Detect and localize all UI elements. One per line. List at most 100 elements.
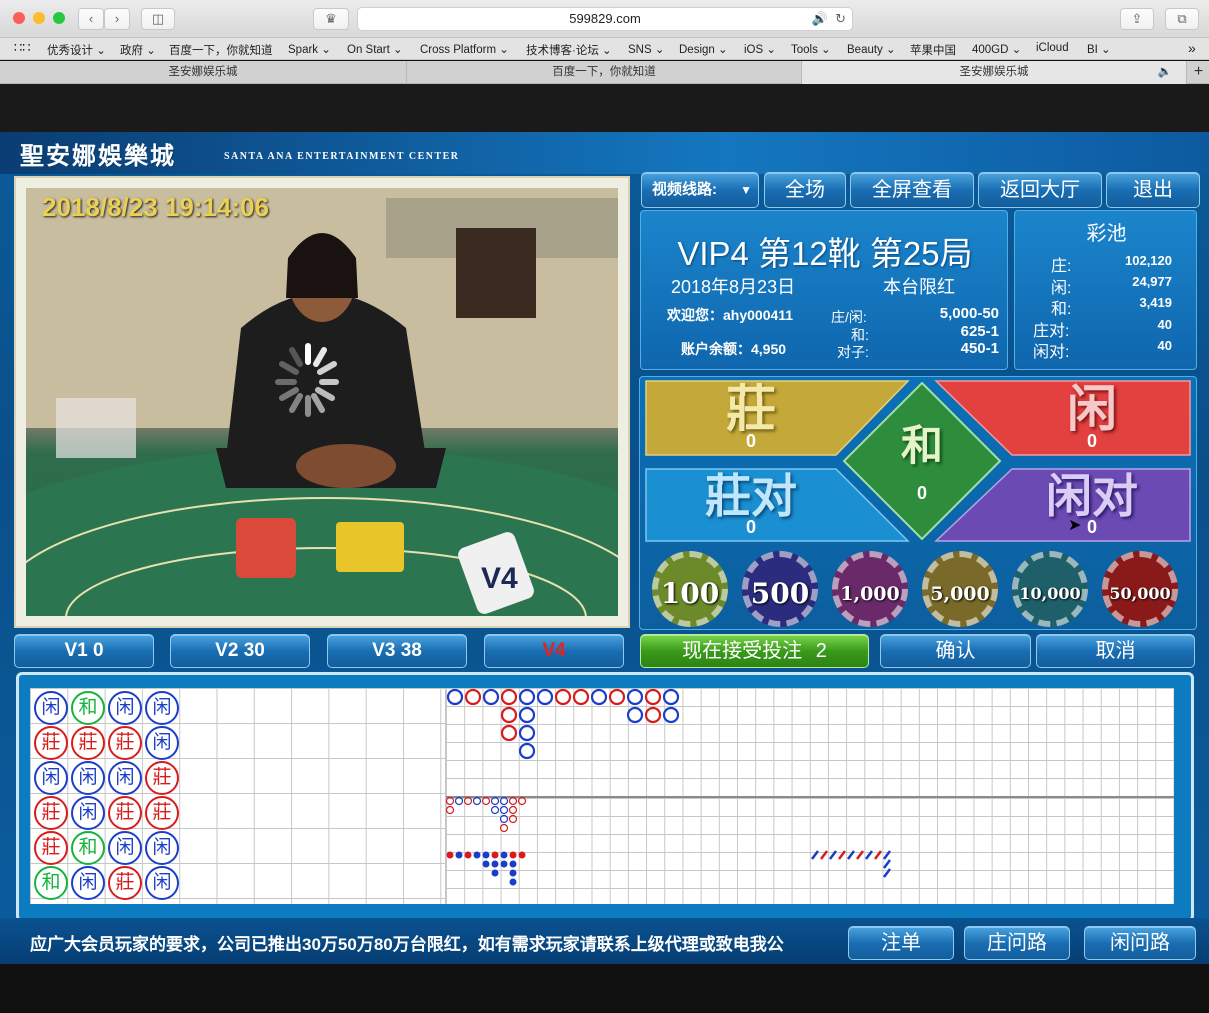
jackpot-pool-panel: 彩池 庄: 102,120 闲: 24,977 和: 3,419 庄对: 40 … xyxy=(1014,210,1197,370)
audio-icon[interactable]: 🔊 xyxy=(812,8,828,30)
cancel-bet-button[interactable]: 取消 xyxy=(1036,634,1195,668)
pool-title: 彩池 xyxy=(1086,223,1127,245)
pool-value: 3,419 xyxy=(1139,295,1172,310)
more-bookmarks-icon[interactable]: » xyxy=(1188,40,1196,56)
game-page: 聖安娜娛樂城 SANTA ANA ENTERTAINMENT CENTER V4… xyxy=(0,132,1209,964)
tabs-overview-icon[interactable]: ⧉ xyxy=(1165,8,1199,30)
pool-value: 40 xyxy=(1157,338,1172,353)
bead-banker: 莊 xyxy=(34,726,68,760)
full-field-button[interactable]: 全场 xyxy=(764,172,846,208)
roadmap-board: 闲 和 闲 闲 莊 莊 莊 闲 闲 闲 闲 莊 莊 闲 莊 莊 莊 和 闲 闲 … xyxy=(30,688,1174,904)
bookmark-item[interactable]: 政府 ⌄ xyxy=(120,42,156,58)
browser-tab[interactable]: 圣安娜娱乐城 xyxy=(0,61,407,84)
bead-tie: 和 xyxy=(34,866,68,900)
table-info-panel: VIP4 第12靴 第25局 2018年8月23日 本台限红 欢迎您：ahy00… xyxy=(640,210,1008,370)
svg-text:V4: V4 xyxy=(481,562,518,595)
bookmark-item[interactable]: Tools ⌄ xyxy=(791,42,831,56)
logo-english: SANTA ANA ENTERTAINMENT CENTER xyxy=(224,151,460,162)
bookmark-item[interactable]: On Start ⌄ xyxy=(347,42,403,56)
reload-icon[interactable]: ↻ xyxy=(835,8,846,30)
site-header: 聖安娜娛樂城 SANTA ANA ENTERTAINMENT CENTER xyxy=(0,132,1209,174)
chip-100[interactable]: 100 xyxy=(652,551,728,627)
player-pair-bet-zone[interactable]: 闲对 0 xyxy=(994,469,1190,541)
return-lobby-button[interactable]: 返回大厅 xyxy=(978,172,1102,208)
limit-value: 625-1 xyxy=(960,323,999,340)
bookmark-item[interactable]: iOS ⌄ xyxy=(744,42,776,56)
chip-10000[interactable]: 10,000 xyxy=(1012,551,1088,627)
table-limit-label: 本台限红 xyxy=(883,277,955,297)
chip-5000[interactable]: 5,000 xyxy=(922,551,998,627)
table-date: 2018年8月23日 xyxy=(671,277,796,297)
banker-pair-bet-zone[interactable]: 莊对 0 xyxy=(646,469,856,541)
bookmark-item[interactable]: Cross Platform ⌄ xyxy=(420,42,509,56)
pool-value: 102,120 xyxy=(1125,253,1172,268)
bookmark-item[interactable]: SNS ⌄ xyxy=(628,42,664,56)
chip-500[interactable]: 500 xyxy=(742,551,818,627)
url-bar[interactable]: 599829.com 🔊 ↻ xyxy=(357,7,853,31)
welcome-text: 欢迎您：ahy000411 xyxy=(667,307,794,323)
bookmark-item[interactable]: 百度一下，你就知道 xyxy=(169,42,273,58)
browser-tab[interactable]: 百度一下，你就知道 xyxy=(407,61,802,84)
sidebar-icon[interactable]: ◫ xyxy=(141,8,175,30)
bead-player: 闲 xyxy=(108,691,142,725)
banker-amount: 0 xyxy=(745,431,756,451)
bookmark-item[interactable]: 技术博客·论坛 ⌄ xyxy=(526,42,612,58)
live-video[interactable]: V4 2018/8/23 19:14:06 xyxy=(26,188,618,616)
tab-title: 圣安娜娱乐城 xyxy=(959,66,1029,78)
pool-label: 庄: xyxy=(1051,258,1072,275)
video-line-select[interactable]: 视频线路: ▼ xyxy=(641,172,759,208)
player-ask-road-button[interactable]: 闲问路 xyxy=(1084,926,1196,960)
bookmark-item[interactable]: iCloud xyxy=(1036,42,1069,54)
balance-text: 账户余额：4,950 xyxy=(681,341,787,357)
banker-bet-zone[interactable]: 莊 0 xyxy=(646,381,856,455)
bead-player: 闲 xyxy=(145,831,179,865)
share-icon[interactable]: ⇪ xyxy=(1120,8,1154,30)
grid-icon[interactable]: ∷∷ xyxy=(14,40,31,56)
bead-player: 闲 xyxy=(71,796,105,830)
fullscreen-button[interactable]: 全屏查看 xyxy=(850,172,974,208)
player-bet-zone[interactable]: 闲 0 xyxy=(994,381,1190,455)
bookmark-item[interactable]: Beauty ⌄ xyxy=(847,42,896,56)
bookmark-item[interactable]: 苹果中国 xyxy=(910,42,956,58)
bookmark-item[interactable]: 400GD ⌄ xyxy=(972,42,1021,56)
bookmark-item[interactable]: Spark ⌄ xyxy=(288,42,331,56)
banker-pair-amount: 0 xyxy=(745,517,756,537)
chip-50000[interactable]: 50,000 xyxy=(1102,551,1178,627)
tie-bet-zone[interactable]: 和 0 xyxy=(872,421,972,511)
table-title: VIP4 第12靴 第25局 xyxy=(677,235,973,272)
pool-label: 闲对: xyxy=(1033,344,1070,361)
bead-player: 闲 xyxy=(145,866,179,900)
countdown: 2 xyxy=(815,640,827,662)
extension-icon[interactable]: ♛ xyxy=(313,8,349,30)
url-text: 599829.com xyxy=(569,11,641,26)
minimize-window-icon[interactable] xyxy=(33,12,45,24)
new-tab-button[interactable]: + xyxy=(1188,61,1209,82)
player-pair-amount: 0 xyxy=(1086,517,1097,537)
close-window-icon[interactable] xyxy=(13,12,25,24)
browser-tab-active[interactable]: 圣安娜娱乐城 🔈 xyxy=(802,61,1187,84)
confirm-bet-button[interactable]: 确认 xyxy=(880,634,1031,668)
bead-tie: 和 xyxy=(71,831,105,865)
bead-banker: 莊 xyxy=(145,761,179,795)
exit-button[interactable]: 退出 xyxy=(1106,172,1200,208)
bead-banker: 莊 xyxy=(34,831,68,865)
video-tab-v3[interactable]: V3 38 xyxy=(327,634,467,668)
zoom-window-icon[interactable] xyxy=(53,12,65,24)
back-button[interactable]: ‹ xyxy=(78,8,104,30)
bet-record-button[interactable]: 注单 xyxy=(848,926,954,960)
banker-ask-road-button[interactable]: 庄问路 xyxy=(964,926,1070,960)
video-tab-v4[interactable]: V4 xyxy=(484,634,624,668)
dropdown-arrow-icon: ▼ xyxy=(740,183,752,197)
forward-button[interactable]: › xyxy=(104,8,130,30)
video-line-label: 视频线路: xyxy=(652,181,717,198)
chip-1000[interactable]: 1,000 xyxy=(832,551,908,627)
bookmark-item[interactable]: Design ⌄ xyxy=(679,42,728,56)
video-tab-v2[interactable]: V2 30 xyxy=(170,634,310,668)
tab-bar: 圣安娜娱乐城 百度一下，你就知道 圣安娜娱乐城 🔈 + xyxy=(0,61,1209,84)
bookmark-item[interactable]: 优秀设计 ⌄ xyxy=(47,42,106,58)
bookmark-item[interactable]: BI ⌄ xyxy=(1087,42,1111,56)
bead-banker: 莊 xyxy=(108,726,142,760)
tab-audio-icon[interactable]: 🔈 xyxy=(1158,61,1172,83)
big-road-marks xyxy=(446,688,891,886)
video-tab-v1[interactable]: V1 0 xyxy=(14,634,154,668)
